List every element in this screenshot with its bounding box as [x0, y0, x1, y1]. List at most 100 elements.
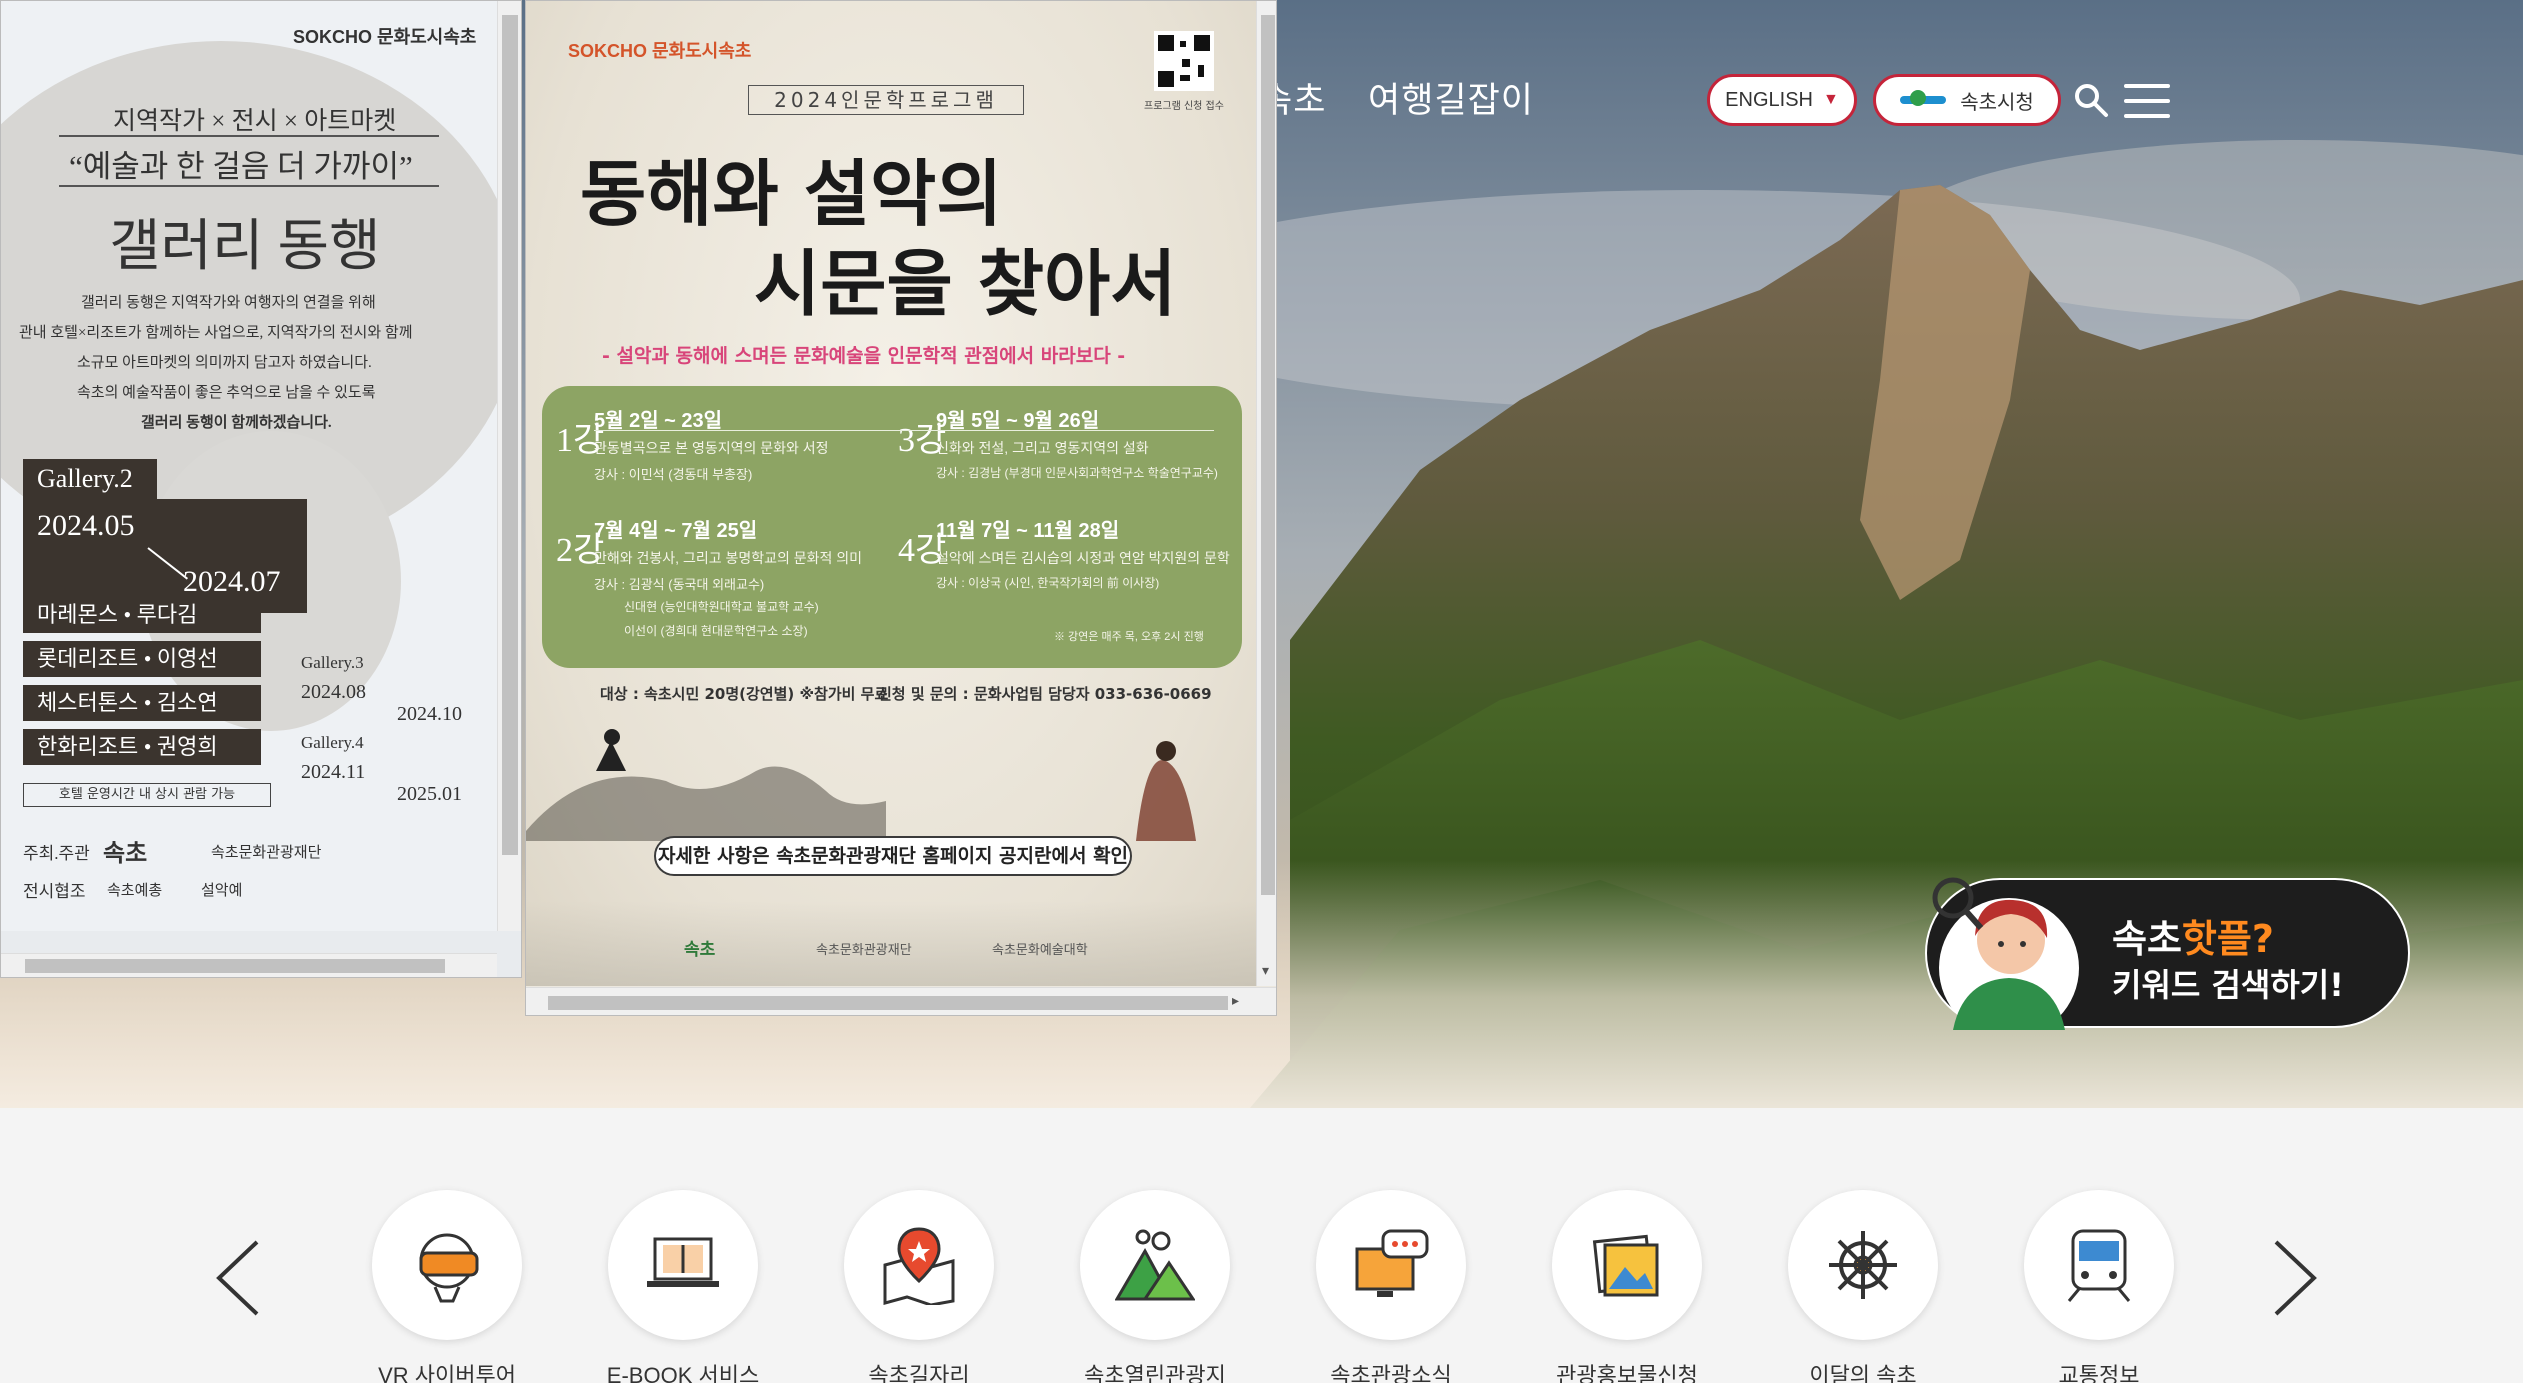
- program-schedule-box: 1강 5월 2일 ~ 23일 관동별곡으로 본 영동지역의 문화와 서정 강사 …: [542, 386, 1242, 668]
- schedule-divider: [594, 430, 1214, 431]
- popup-gallery-hscrollbar[interactable]: [1, 953, 497, 977]
- quick-item-circle: [1316, 1190, 1466, 1340]
- session2-lecturer-3: 이선이 (경희대 현대문학연구소 소장): [624, 624, 808, 638]
- session1-topic: 관동별곡으로 본 영동지역의 문화와 서정: [594, 440, 829, 456]
- footer-org-2: 속초문화관광재단: [816, 943, 912, 958]
- hotel-row-4: 한화리조트 • 권영희: [23, 729, 261, 765]
- mountain-icon: [1115, 1229, 1195, 1301]
- character-with-magnifier-icon: [1932, 877, 2079, 1030]
- popup-gallery-window[interactable]: SOKCHO 문화도시속초 지역작가 × 전시 × 아트마켓 “예술과 한 걸음…: [0, 0, 522, 978]
- poster-desc-1: 갤러리 동행은 지역작가와 여행자의 연결을 위해: [81, 295, 376, 311]
- quick-item-monthly[interactable]: 이달의 속초: [1788, 1190, 1938, 1383]
- quick-item-traffic[interactable]: 교통정보: [2024, 1190, 2174, 1383]
- english-label: ENGLISH: [1725, 88, 1813, 111]
- quick-item-circle: [1552, 1190, 1702, 1340]
- popup-humanities-hscrollbar[interactable]: ▸: [526, 987, 1276, 1015]
- scroll-thumb-h[interactable]: [548, 996, 1228, 1010]
- hotel-row-1: 마레몬스 • 루다김: [23, 597, 261, 633]
- qr-caption: 프로그램 신청 접수: [1144, 101, 1224, 112]
- coop-org-1: 속초예총: [107, 883, 163, 899]
- english-button[interactable]: ENGLISH ▼: [1707, 74, 1857, 126]
- page: 속초 여행길잡이 ENGLISH ▼ 속초시청 속초핫플? 키워드 검색하기!: [0, 0, 2523, 1383]
- scroll-thumb-h[interactable]: [25, 959, 445, 973]
- chat-monitor-icon: [1355, 1229, 1429, 1297]
- gallery2-end: 2024.07: [183, 565, 281, 598]
- gallery3-end: 2024.10: [397, 703, 462, 725]
- footer-org-3: 속초문화예술대학: [992, 943, 1088, 958]
- quick-item-open-tour[interactable]: 속초열린관광지: [1080, 1190, 1230, 1383]
- host-org-1: 속초: [103, 841, 148, 867]
- hotplace-search-banner[interactable]: 속초핫플? 키워드 검색하기!: [1925, 877, 2410, 1030]
- search-icon[interactable]: [2073, 82, 2109, 118]
- quick-item-label: 이달의 속초: [1809, 1363, 1917, 1383]
- scroll-thumb[interactable]: [1261, 15, 1275, 895]
- time-note: ※ 강연은 매주 목, 오후 2시 진행: [1054, 631, 1204, 643]
- coop-label: 전시협조: [23, 882, 86, 901]
- program-label: 2024인문학프로그램: [748, 85, 1024, 115]
- session4-topic: 설악에 스며든 김시습의 시정과 연암 박지원의 문학: [936, 550, 1230, 566]
- host-org-2: 속초문화관광재단: [211, 844, 322, 861]
- gallery2-start: 2024.05: [37, 509, 135, 542]
- quick-item-route[interactable]: 속초길자리: [844, 1190, 994, 1383]
- city-hall-label: 속초시청: [1960, 91, 2034, 114]
- session2-date: 7월 4일 ~ 7월 25일: [594, 520, 758, 542]
- popup-humanities-poster: SOKCHO 문화도시속초 프로그램 신청 접수 2024인문학프로그램 동해와…: [526, 1, 1256, 986]
- scroll-down-icon[interactable]: ▾: [1262, 963, 1269, 979]
- poster-subtitle: “예술과 한 걸음 더 가까이”: [69, 149, 413, 184]
- session3-lecturer: 강사 : 김경남 (부경대 인문사회과학연구소 학술연구교수): [936, 466, 1218, 480]
- quick-item-news[interactable]: 속초관광소식: [1316, 1190, 1466, 1383]
- gallery4-start: 2024.11: [301, 761, 366, 783]
- quick-item-circle: [1788, 1190, 1938, 1340]
- popup-gallery-vscrollbar[interactable]: [497, 1, 521, 931]
- hamburger-menu-icon[interactable]: [2124, 84, 2170, 118]
- quick-item-circle: [608, 1190, 758, 1340]
- quick-item-circle: [1080, 1190, 1230, 1340]
- detail-info-pill: 자세한 사항은 속초문화관광재단 홈페이지 공지란에서 확인: [654, 836, 1132, 876]
- quick-next-arrow-icon[interactable]: [2270, 1238, 2320, 1318]
- session3-date: 9월 5일 ~ 9월 26일: [936, 410, 1100, 432]
- qr-code-icon: [1154, 31, 1214, 91]
- popup-humanities-window[interactable]: SOKCHO 문화도시속초 프로그램 신청 접수 2024인문학프로그램 동해와…: [525, 0, 1277, 1016]
- quick-item-vr-tour[interactable]: VR 사이버투어: [372, 1190, 522, 1383]
- quick-prev-arrow-icon[interactable]: [213, 1238, 263, 1318]
- ink-painting-decoration: [526, 729, 1196, 841]
- hotplace-title-highlight: 핫플?: [2181, 917, 2274, 961]
- quick-item-circle: [372, 1190, 522, 1340]
- gallery4-end: 2025.01: [397, 783, 462, 805]
- quick-item-circle: [844, 1190, 994, 1340]
- quick-item-circle: [2024, 1190, 2174, 1340]
- quick-item-promo[interactable]: 관광홍보물신청: [1552, 1190, 1702, 1383]
- session2-lecturer-2: 신대현 (능인대학원대학교 불교학 교수): [624, 600, 819, 614]
- poster-desc-4: 속초의 예술작품이 좋은 추억으로 남을 수 있도록: [77, 385, 376, 401]
- coop-org-2: 설악예: [201, 883, 243, 899]
- poster2-subtitle: - 설악과 동해에 스며든 문화예술을 인문학적 관점에서 바라보다 -: [602, 345, 1126, 367]
- scroll-right-icon[interactable]: ▸: [1232, 993, 1239, 1009]
- vr-headset-icon: [419, 1233, 479, 1303]
- ship-wheel-icon: [1829, 1231, 1897, 1299]
- nav-item-travel-guide[interactable]: 여행길잡이: [1368, 72, 1534, 123]
- sokcho-logo-icon: [1900, 90, 1947, 110]
- poster-desc-5: 갤러리 동행이 함께하겠습니다.: [141, 415, 332, 431]
- session1-date: 5월 2일 ~ 23일: [594, 410, 723, 432]
- quick-item-label: 속초열린관광지: [1084, 1363, 1226, 1383]
- train-icon: [2067, 1229, 2131, 1302]
- session4-date: 11월 7일 ~ 11월 28일: [936, 520, 1120, 542]
- poster-desc-2: 관내 호텔×리조트가 함께하는 사업으로, 지역작가의 전시와 함께: [19, 325, 413, 341]
- scroll-thumb[interactable]: [502, 15, 518, 855]
- city-hall-button[interactable]: 속초시청: [1873, 74, 2061, 126]
- quick-item-label: 교통정보: [2058, 1363, 2140, 1383]
- poster-divider-2: [59, 185, 439, 187]
- popup-humanities-vscrollbar[interactable]: ▾: [1256, 1, 1276, 986]
- quick-item-label: 속초길자리: [868, 1363, 970, 1383]
- gallery4-label: Gallery.4: [301, 733, 364, 752]
- hotplace-title: 속초핫플?: [2112, 908, 2274, 963]
- poster-tagline: 지역작가 × 전시 × 아트마켓: [113, 108, 397, 135]
- gallery3-label: Gallery.3: [301, 653, 364, 672]
- map-pin-icon: [883, 1227, 955, 1305]
- poster-desc-3: 소규모 아트마켓의 의미까지 담고자 하였습니다.: [77, 355, 372, 371]
- session1-lecturer: 강사 : 이민석 (경동대 부총장): [594, 467, 753, 482]
- quick-item-ebook[interactable]: E-BOOK 서비스: [607, 1190, 759, 1383]
- hotel-row-3: 체스터톤스 • 김소연: [23, 685, 261, 721]
- session4-lecturer: 강사 : 이상국 (시인, 한국작가회의 前 이사장): [936, 576, 1160, 590]
- poster2-brand: SOKCHO 문화도시속초: [568, 41, 752, 61]
